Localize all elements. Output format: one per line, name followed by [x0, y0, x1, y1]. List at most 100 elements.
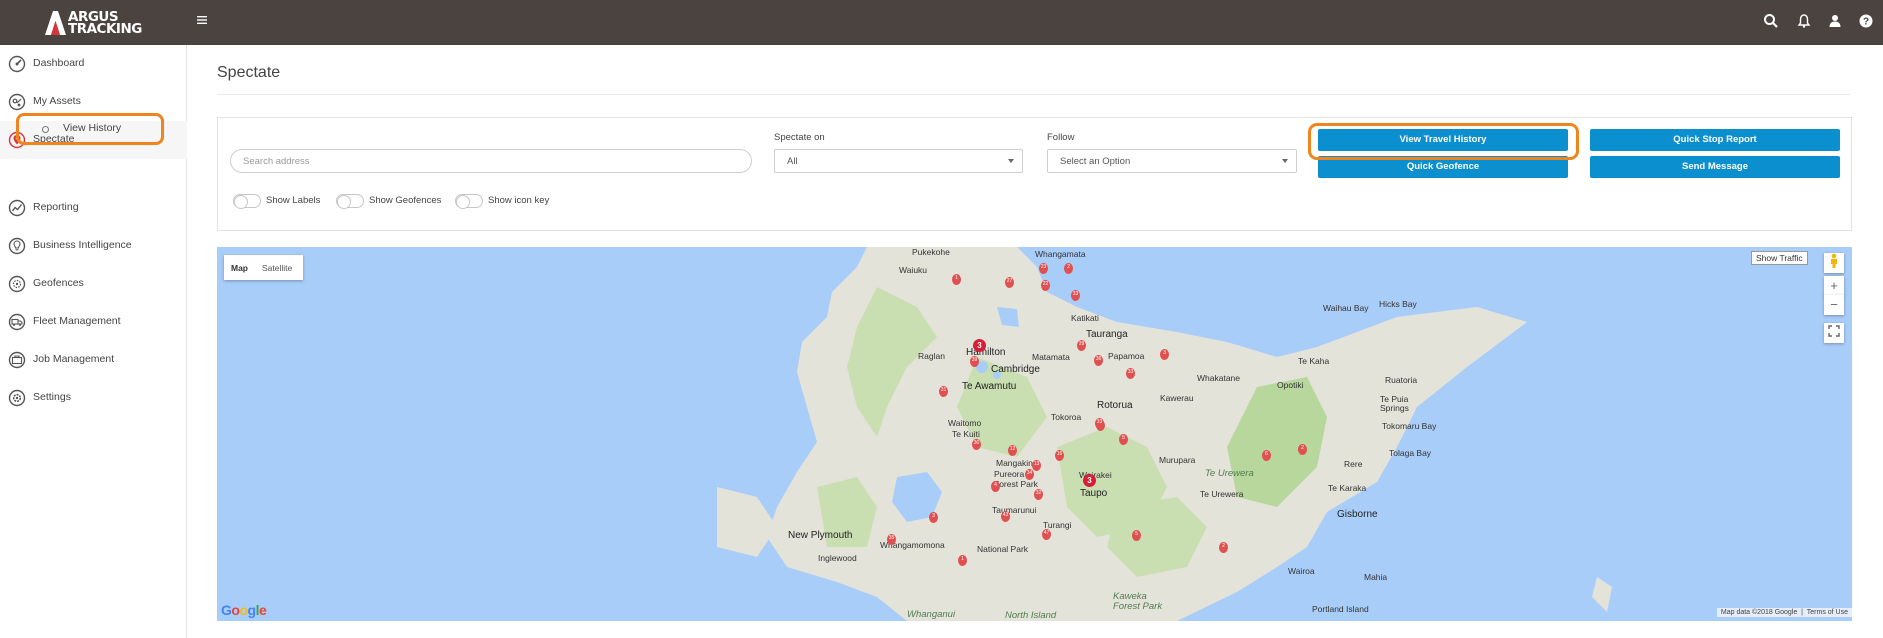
place-label: National Park: [977, 544, 1029, 554]
follow-select[interactable]: Select an Option: [1047, 149, 1297, 173]
vehicle-marker[interactable]: 35: [887, 534, 896, 545]
argus-tracking-logo[interactable]: ARGUS TRACKING: [44, 9, 154, 37]
chevron-down-icon: [1282, 159, 1288, 163]
argus-logo-mark-icon: [45, 11, 66, 35]
vehicle-marker[interactable]: 16: [1055, 450, 1064, 461]
toggle-track: [336, 194, 364, 208]
spectate-on-value: All: [787, 156, 798, 167]
user-icon[interactable]: [1827, 13, 1845, 31]
vehicle-marker[interactable]: 33: [1071, 290, 1080, 301]
vehicle-marker[interactable]: 31: [939, 386, 948, 397]
place-label: Gisborne: [1337, 509, 1378, 520]
vehicle-marker[interactable]: 22: [1041, 280, 1050, 291]
bell-icon[interactable]: [1796, 13, 1814, 31]
sidebar-item-label: Business Intelligence: [33, 239, 132, 251]
place-label: Taumarunui: [992, 505, 1037, 515]
toggle-knob: [235, 196, 247, 208]
sidebar-item-fleet-management[interactable]: Fleet Management: [0, 303, 187, 341]
place-label: Te Kuiti: [952, 429, 980, 439]
vehicle-marker[interactable]: 43: [1001, 511, 1010, 522]
follow-value: Select an Option: [1060, 156, 1131, 167]
map-view[interactable]: Map Satellite Show Traffic + − Pukekohe …: [217, 247, 1852, 621]
sidebar-item-label: Reporting: [33, 201, 79, 213]
place-label: Waihau Bay: [1323, 303, 1369, 313]
brand-name: ARGUS TRACKING: [68, 10, 142, 36]
help-icon[interactable]: ?: [1858, 13, 1876, 31]
place-label: Raglan: [918, 351, 945, 361]
terms-of-use-link[interactable]: Terms of Use: [1807, 609, 1848, 616]
vehicle-marker[interactable]: 27: [1005, 277, 1014, 288]
search-address-input[interactable]: [230, 149, 752, 173]
sidebar-item-reporting[interactable]: Reporting: [0, 189, 187, 227]
vehicle-marker[interactable]: 1: [958, 555, 967, 566]
place-label: Katikati: [1071, 313, 1099, 323]
place-label: Waiuku: [899, 265, 928, 275]
vehicle-marker[interactable]: 47: [1042, 529, 1051, 540]
vehicle-marker[interactable]: 32: [1034, 489, 1043, 500]
place-label: Te Awamutu: [962, 381, 1017, 392]
vehicle-marker[interactable]: 33: [1126, 368, 1135, 379]
vehicle-marker[interactable]: 33: [1095, 418, 1104, 429]
search-icon[interactable]: [1763, 13, 1781, 31]
sidebar-item-geofences[interactable]: Geofences: [0, 265, 187, 303]
divider: [217, 94, 1851, 95]
truck-icon: [8, 313, 26, 331]
toggle-label: Show icon key: [488, 195, 550, 206]
place-label: New Plymouth: [788, 530, 853, 541]
toggle-knob: [457, 196, 469, 208]
sidebar-item-job-management[interactable]: Job Management: [0, 341, 187, 379]
map-type-satellite-button[interactable]: Satellite: [262, 263, 292, 273]
zoom-in-button[interactable]: +: [1824, 276, 1844, 296]
vehicle-marker[interactable]: 4: [991, 481, 1000, 492]
quick-stop-report-button[interactable]: Quick Stop Report: [1590, 129, 1840, 151]
vehicle-marker[interactable]: 3: [1160, 349, 1169, 360]
street-view-pegman-icon[interactable]: [1824, 253, 1844, 273]
vehicle-marker[interactable]: 6: [1262, 450, 1271, 461]
place-label: Ruatoria: [1385, 375, 1418, 385]
place-label: Wairoa: [1288, 566, 1315, 576]
place-label: Portland Island: [1312, 604, 1369, 614]
place-label: Te Urewera: [1200, 489, 1244, 499]
place-label: Te Puia Springs: [1380, 394, 1409, 413]
vehicle-marker[interactable]: 5: [1132, 530, 1141, 541]
vehicle-cluster-marker[interactable]: 3: [1083, 474, 1096, 487]
circle-bullet-icon: [42, 126, 49, 133]
vehicle-marker[interactable]: 2: [1219, 542, 1228, 553]
vehicle-cluster-marker[interactable]: 3: [973, 339, 986, 352]
place-label: Waitomo: [948, 418, 982, 428]
hamburger-icon[interactable]: [196, 13, 212, 31]
follow-label: Follow: [1047, 132, 1075, 143]
sidebar-item-business-intelligence[interactable]: Business Intelligence: [0, 227, 187, 265]
fullscreen-icon[interactable]: [1824, 323, 1844, 343]
vehicle-marker[interactable]: 34: [1025, 469, 1034, 480]
spectate-on-label: Spectate on: [774, 132, 825, 143]
gear-icon: [8, 389, 26, 407]
vehicle-marker[interactable]: 23: [1039, 263, 1048, 274]
vehicle-marker[interactable]: 30: [972, 439, 981, 450]
sidebar-item-dashboard[interactable]: Dashboard: [0, 45, 187, 83]
google-logo: Google: [221, 602, 267, 618]
place-label: Matamata: [1032, 352, 1070, 362]
highlight-outline: [1308, 123, 1579, 160]
map-type-map-button[interactable]: Map: [231, 263, 248, 273]
sidebar-subitem-label: View History: [63, 122, 122, 134]
vehicle-marker[interactable]: 2: [1064, 263, 1073, 274]
sidebar-item-label: Geofences: [33, 277, 84, 289]
vehicle-marker[interactable]: 36: [1094, 355, 1103, 366]
vehicle-marker[interactable]: 2: [1298, 444, 1307, 455]
vehicle-marker[interactable]: 12: [1008, 445, 1017, 456]
send-message-button[interactable]: Send Message: [1590, 156, 1840, 178]
show-traffic-button[interactable]: Show Traffic: [1751, 251, 1808, 265]
place-label: Te Kaha: [1298, 356, 1330, 366]
vehicle-marker[interactable]: 39: [970, 356, 979, 367]
region-label: Whanganui: [907, 609, 956, 620]
zoom-out-button[interactable]: −: [1824, 295, 1844, 315]
vehicle-marker[interactable]: 3: [929, 512, 938, 523]
vehicle-marker[interactable]: 29: [1077, 340, 1086, 351]
sidebar-item-settings[interactable]: Settings: [0, 379, 187, 417]
vehicle-marker[interactable]: 13: [1032, 460, 1041, 471]
vehicle-marker[interactable]: 1: [952, 274, 961, 285]
vehicle-marker[interactable]: 5: [1119, 434, 1128, 445]
place-label: Inglewood: [818, 553, 857, 563]
spectate-on-select[interactable]: All: [774, 149, 1023, 173]
